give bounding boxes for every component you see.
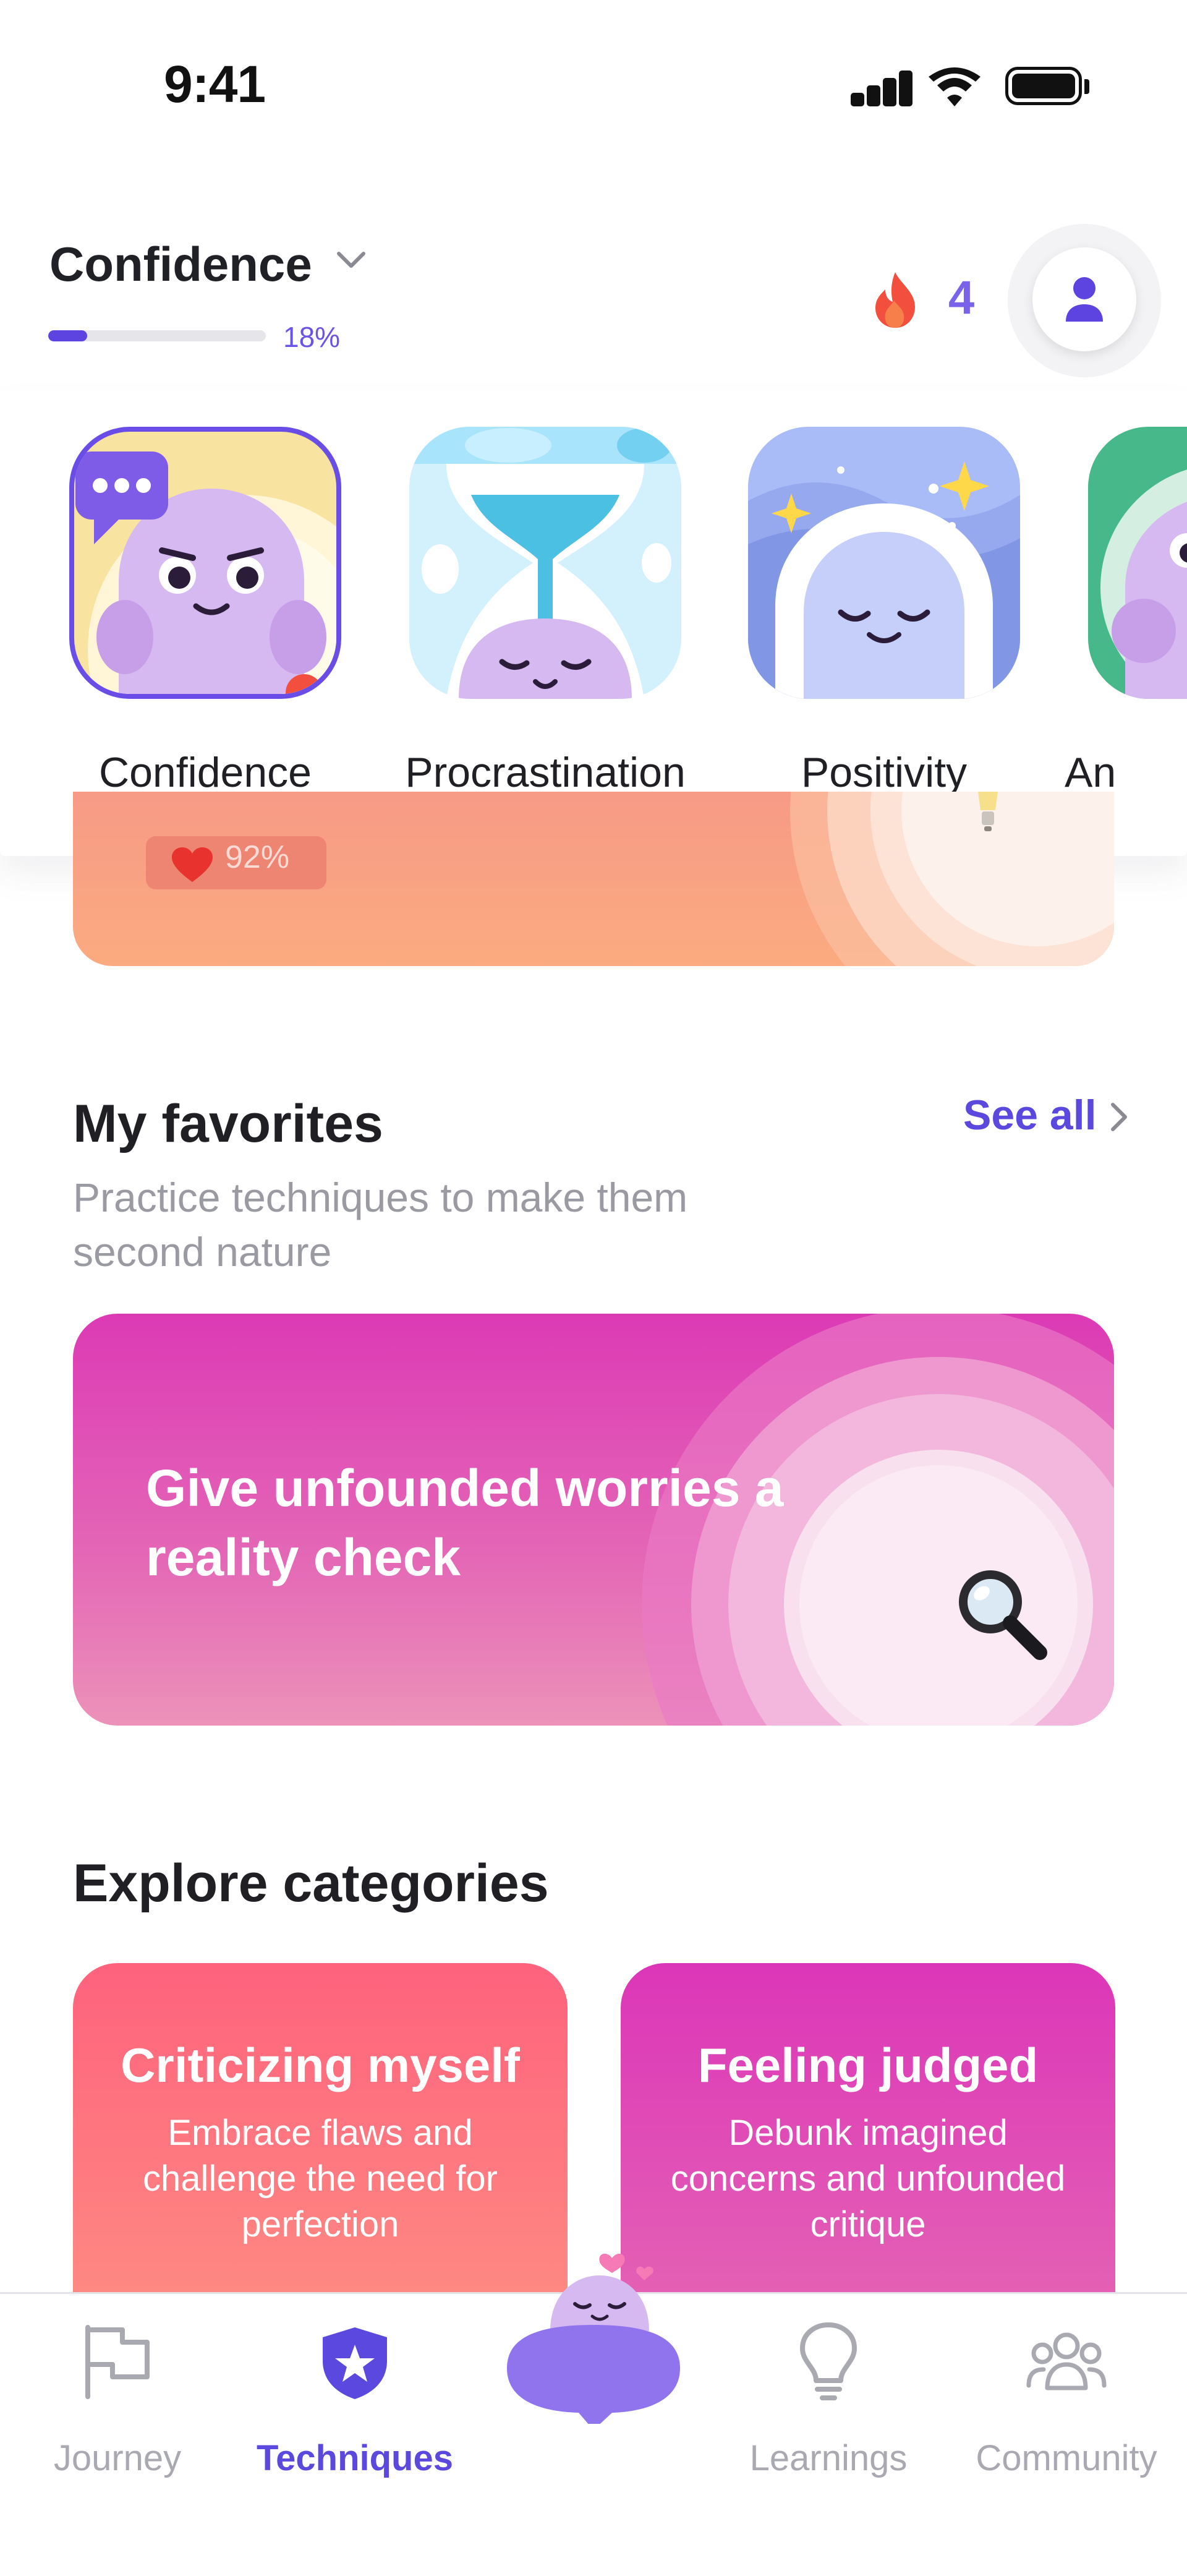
category-name: Criticizing myself [121, 2038, 520, 2092]
chevron-right-icon[interactable] [1107, 1100, 1131, 1134]
topic-confidence-tile[interactable] [69, 427, 341, 699]
people-icon [1026, 2332, 1107, 2390]
topic-positivity-tile[interactable] [748, 427, 1020, 699]
tab-label: Community [976, 2438, 1157, 2478]
topic-partial-tile[interactable] [1088, 427, 1187, 699]
flag-icon [85, 2325, 150, 2399]
card-rings-decoration [790, 792, 1114, 966]
cellular-signal-icon [851, 69, 913, 106]
hourglass-mascot-icon [409, 427, 681, 699]
rating-badge-text: 92% [225, 839, 290, 875]
magnifier-icon [959, 1570, 1047, 1660]
tab-label: Journey [53, 2438, 182, 2478]
confidence-mascot-icon [75, 451, 336, 694]
tab-bar: Journey Techniques Learnings Community [0, 2253, 1187, 2576]
topic-label: Procrastination [405, 749, 686, 796]
favorites-title: My favorites [73, 1094, 383, 1153]
goal-progress-bar [48, 330, 266, 341]
topic-carousel[interactable]: Confidence Procrastination Positivity An [0, 391, 1187, 856]
goal-progress-label: 18% [283, 321, 341, 353]
status-bar: 9:41 [0, 0, 1187, 148]
partial-mascot-icon [1100, 469, 1187, 699]
tab-label: Learnings [749, 2438, 908, 2478]
topic-procrastination-tile[interactable] [409, 427, 681, 699]
positivity-mascot-icon [748, 461, 1020, 699]
favorites-subtitle: Practice techniques to make them second … [73, 1175, 688, 1275]
category-card-criticizing-myself[interactable]: Criticizing myself Embrace flaws and cha… [73, 1963, 568, 2309]
user-icon [1066, 277, 1103, 322]
battery-cap [1084, 79, 1089, 94]
chevron-down-icon[interactable] [334, 247, 368, 272]
topic-label: An [1065, 749, 1117, 796]
favorite-card-title: Give unfounded worries a reality check [146, 1459, 784, 1586]
category-card-feeling-judged[interactable]: Feeling judged Debunk imagined concerns … [621, 1963, 1115, 2309]
status-time: 9:41 [164, 55, 266, 113]
streak-count: 4 [948, 272, 975, 324]
flame-icon [875, 272, 915, 328]
wifi-icon [929, 67, 981, 106]
shield-star-icon [323, 2327, 387, 2399]
category-description: Embrace flaws and challenge the need for… [143, 2113, 498, 2244]
heart-icon [172, 847, 213, 882]
mascot-chat-icon [507, 2253, 680, 2424]
lightbulb-icon [800, 2322, 857, 2400]
topic-label: Confidence [98, 749, 312, 796]
battery-icon [1005, 67, 1082, 105]
lightbulb-icon [978, 792, 998, 831]
goal-progress-fill [48, 330, 88, 341]
see-all-link[interactable]: See all [963, 1091, 1097, 1139]
categories-title: Explore categories [73, 1854, 549, 1913]
category-description: Debunk imagined concerns and unfounded c… [670, 2113, 1066, 2244]
topic-label: Positivity [801, 749, 968, 796]
category-name: Feeling judged [697, 2038, 1039, 2092]
goal-selector-title[interactable]: Confidence [49, 236, 312, 293]
tab-label: Techniques [257, 2438, 453, 2478]
profile-button[interactable] [1032, 247, 1136, 351]
